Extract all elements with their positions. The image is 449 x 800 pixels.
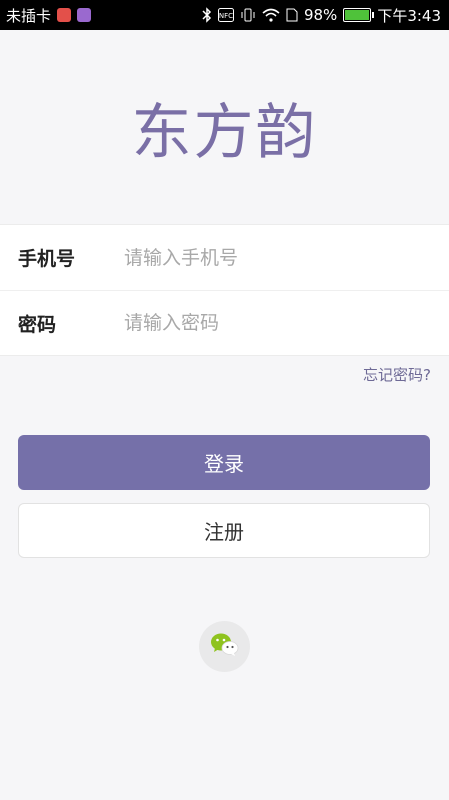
status-bar-left: 未插卡 [6, 5, 92, 26]
nfc-icon: NFC [217, 8, 234, 22]
login-form: 手机号 密码 [0, 224, 449, 356]
battery-level [345, 10, 369, 20]
status-bar: 未插卡 NFC 98% 下午3:43 [0, 0, 449, 30]
login-button[interactable]: 登录 [18, 435, 430, 490]
app-logo: 东方韵 [131, 98, 318, 168]
phone-row: 手机号 [0, 225, 449, 290]
wechat-login-button[interactable] [199, 621, 250, 672]
app-notification-icon [77, 8, 92, 22]
app-notification-icon [57, 8, 72, 22]
forgot-password-link[interactable]: 忘记密码? [363, 364, 431, 385]
phone-label: 手机号 [18, 248, 76, 270]
password-label: 密码 [18, 313, 57, 336]
battery-percent: 98% [303, 6, 338, 24]
carrier-text: 未插卡 [6, 6, 52, 25]
clock: 下午3:43 [377, 6, 441, 25]
sim-icon [286, 8, 298, 22]
wechat-icon [210, 632, 240, 662]
vibrate-icon [240, 8, 256, 22]
svg-text:NFC: NFC [219, 12, 233, 20]
wifi-icon [262, 8, 280, 22]
battery-icon [343, 8, 375, 22]
bluetooth-icon [202, 7, 212, 23]
phone-input[interactable] [124, 237, 449, 278]
password-input[interactable] [124, 303, 449, 343]
password-row: 密码 [0, 290, 449, 355]
register-button[interactable]: 注册 [18, 503, 430, 558]
status-bar-right: NFC 98% 下午3:43 [202, 5, 441, 26]
